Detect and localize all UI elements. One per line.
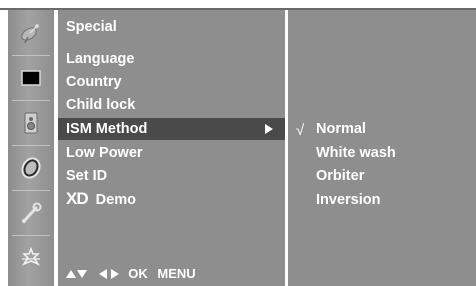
menu-item-ism-method[interactable]: ISM Method [66, 118, 147, 140]
menu-item-child-lock[interactable]: Child lock [66, 94, 135, 116]
option-white-wash[interactable]: White wash [316, 142, 396, 164]
left-right-arrows-icon [98, 266, 124, 281]
navigation-hint: OK MENU [66, 265, 196, 283]
ok-hint: OK [128, 266, 148, 281]
wrench-icon[interactable] [8, 192, 54, 234]
ism-method-options-panel: √ Normal White wash Orbiter Inversion [288, 10, 476, 286]
up-down-arrows-icon [66, 266, 92, 281]
menu-item-language[interactable]: Language [66, 48, 134, 70]
menu-item-label: Demo [95, 192, 136, 208]
menu-item-set-id[interactable]: Set ID [66, 165, 107, 187]
xd-logo: XD [66, 189, 89, 208]
special-menu-panel: Special Language Country Child lock ISM … [58, 10, 285, 286]
check-mark-icon: √ [296, 122, 305, 139]
option-normal[interactable]: Normal [316, 118, 366, 140]
menu-item-country[interactable]: Country [66, 71, 122, 93]
menu-item-xd-demo[interactable]: XD Demo [66, 188, 136, 210]
special-icon[interactable] [8, 238, 54, 280]
clock-icon[interactable] [8, 147, 54, 189]
option-orbiter[interactable]: Orbiter [316, 165, 364, 187]
category-icon-bar [8, 10, 54, 286]
option-inversion[interactable]: Inversion [316, 189, 380, 211]
menu-item-low-power[interactable]: Low Power [66, 142, 143, 164]
speaker-icon[interactable] [8, 102, 54, 144]
picture-icon[interactable] [8, 57, 54, 99]
menu-title: Special [66, 19, 117, 35]
submenu-arrow-icon [265, 118, 275, 140]
tv-osd-screen: Special Language Country Child lock ISM … [0, 0, 476, 286]
satellite-dish-icon[interactable] [8, 12, 54, 54]
menu-hint: MENU [157, 266, 196, 281]
